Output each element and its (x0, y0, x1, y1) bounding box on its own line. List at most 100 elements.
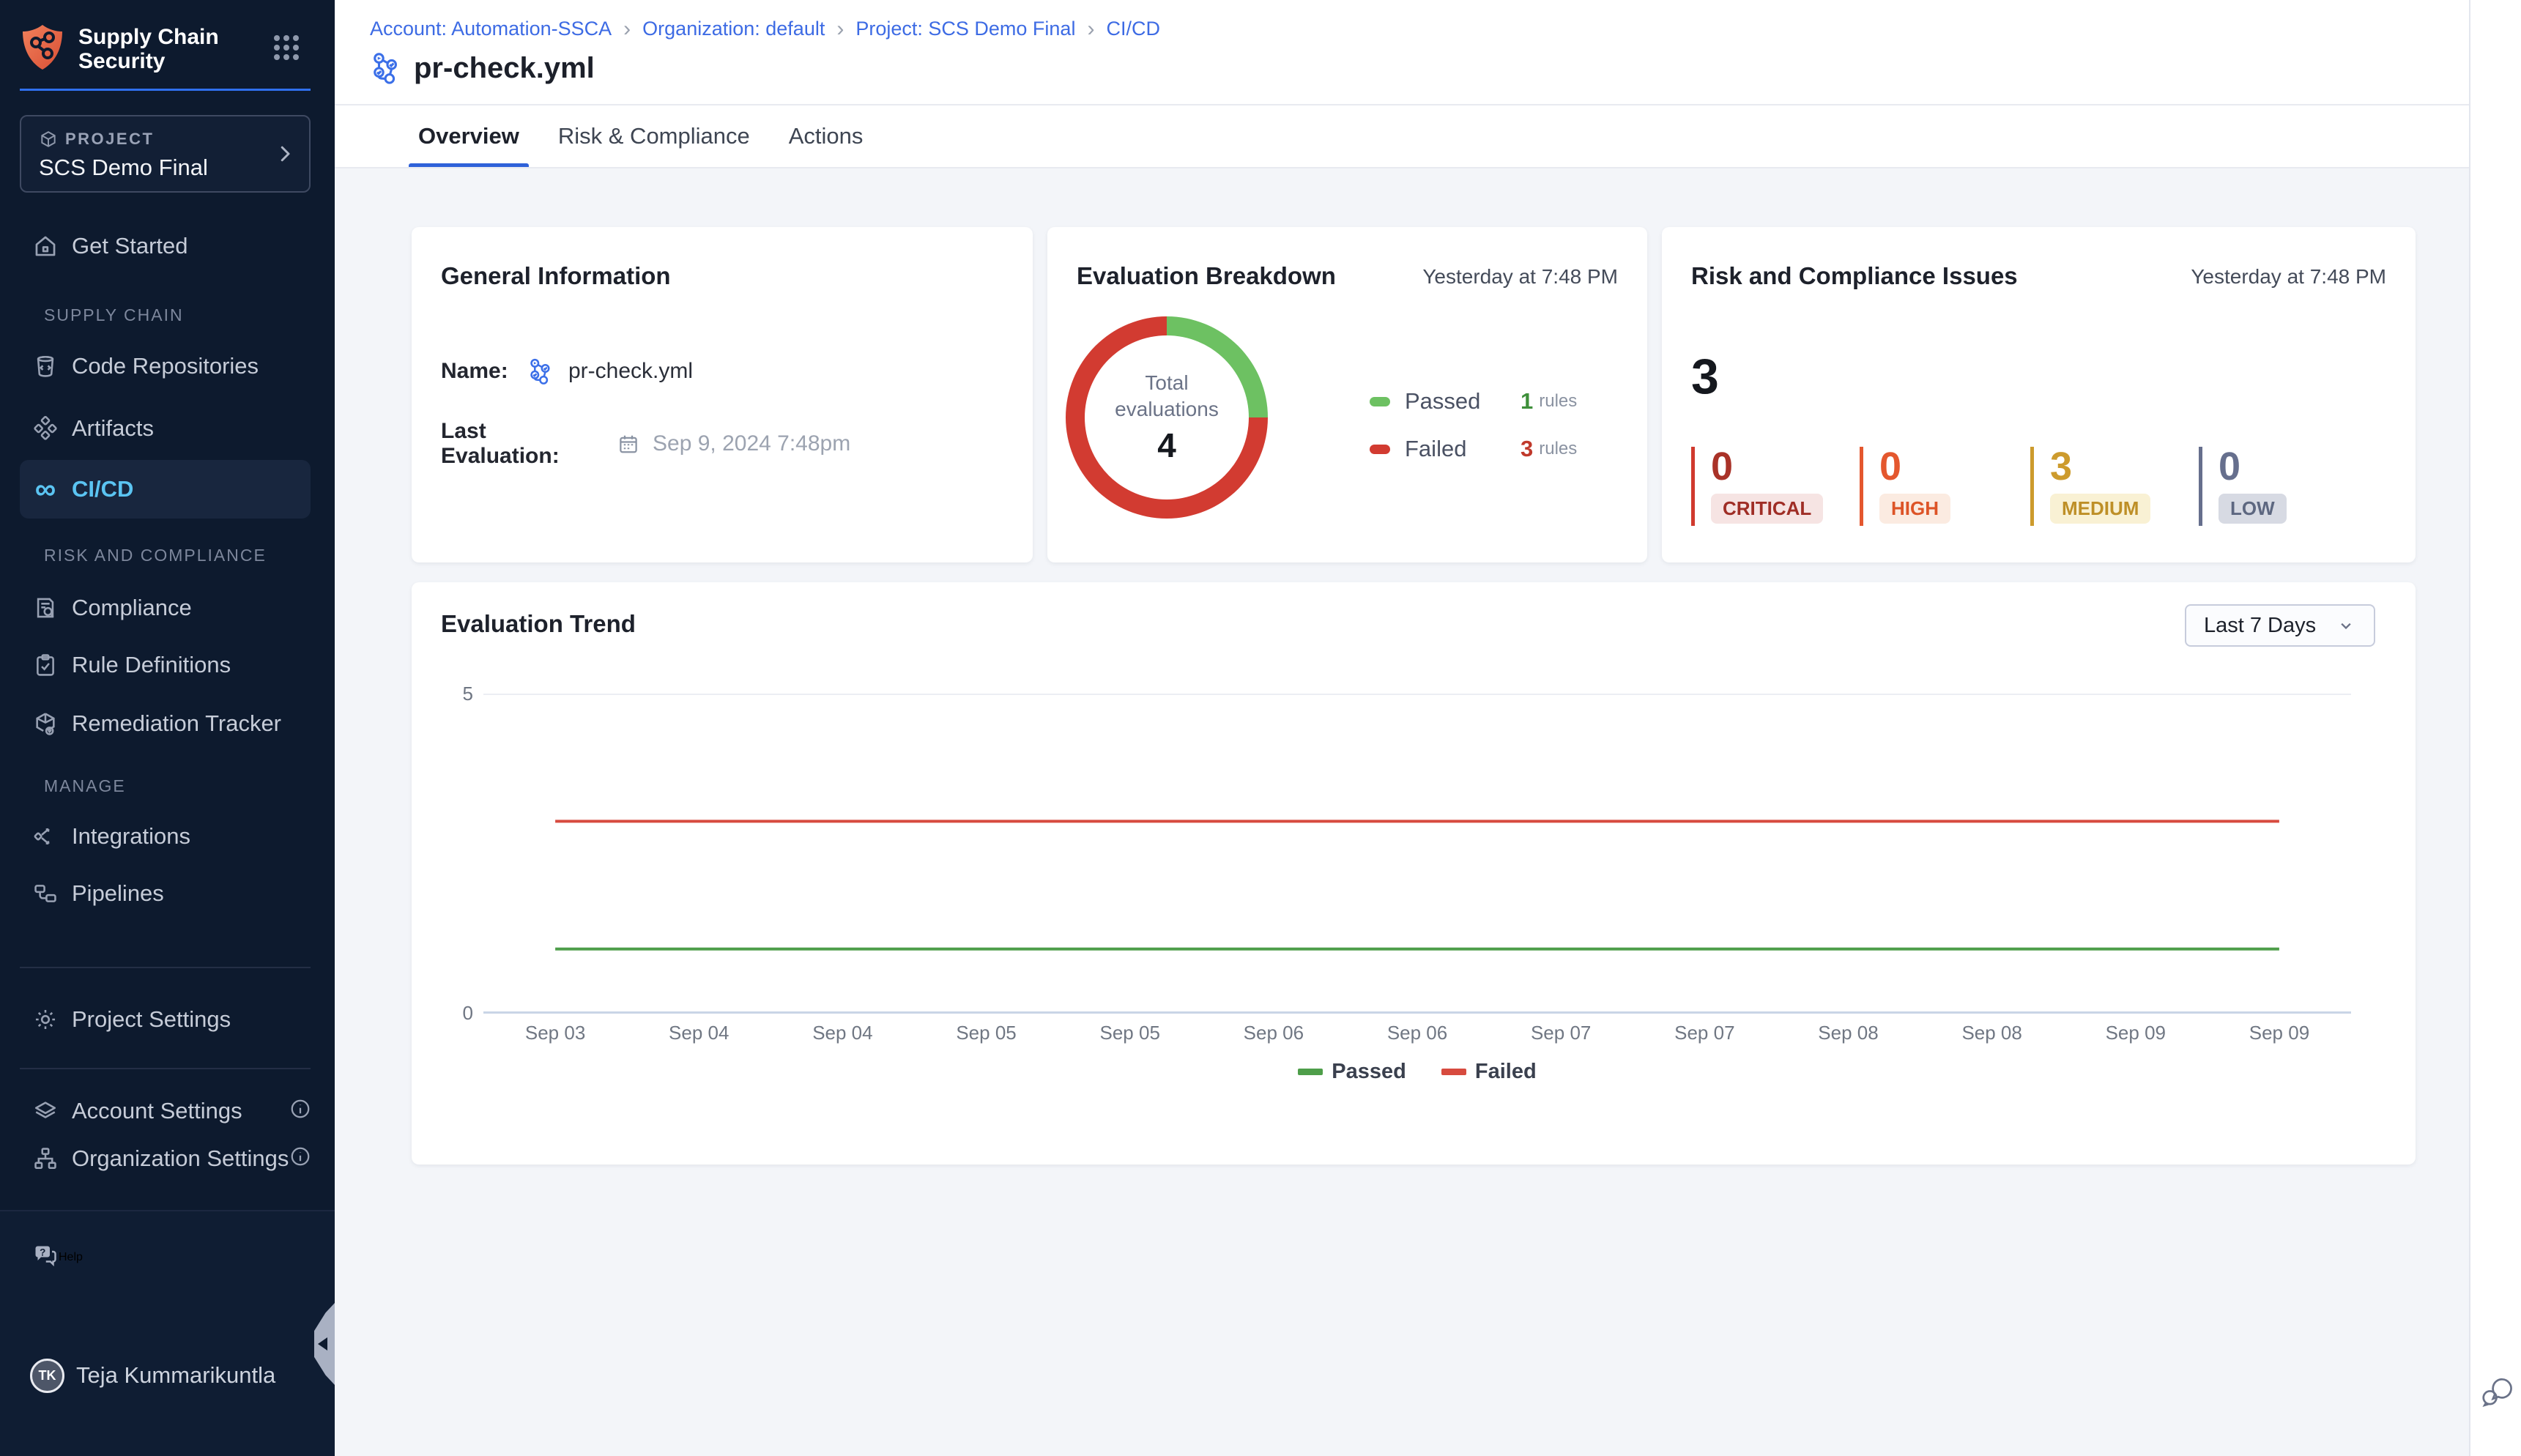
sidebar-item-label: Artifacts (72, 415, 154, 442)
last-evaluation-label: Last Evaluation: (441, 419, 604, 469)
sidebar-item-label: Remediation Tracker (72, 710, 281, 737)
card-title: General Information (441, 262, 671, 290)
card-title: Risk and Compliance Issues (1691, 262, 2018, 290)
legend-unit: rules (1539, 439, 1577, 459)
severity-badge: LOW (2219, 494, 2287, 524)
trend-legend: Passed Failed (483, 1060, 2351, 1084)
sidebar-divider (20, 1068, 311, 1069)
breadcrumb-project-link[interactable]: Project: SCS Demo Final (855, 18, 1075, 40)
brand-header: Supply Chain Security (20, 22, 315, 73)
sidebar-item-integrations[interactable]: Integrations (20, 807, 311, 866)
compliance-document-icon (32, 595, 59, 621)
donut-center: Total evaluations 4 (1085, 335, 1249, 499)
severity-badge: MEDIUM (2050, 494, 2150, 524)
legend-label: Passed (1332, 1060, 1406, 1084)
legend-label: Failed (1475, 1060, 1537, 1084)
sidebar-item-label: Get Started (72, 233, 188, 259)
y-axis-label: 0 (426, 1001, 473, 1025)
info-icon[interactable] (289, 1098, 311, 1120)
sidebar-item-label: Rule Definitions (72, 652, 231, 678)
breadcrumb-account-link[interactable]: Account: Automation-SSCA (370, 18, 612, 40)
risk-and-compliance-issues-card: Risk and Compliance Issues Yesterday at … (1662, 227, 2416, 562)
project-name: SCS Demo Final (39, 155, 208, 181)
sidebar-item-organization-settings[interactable]: Organization Settings (20, 1129, 311, 1188)
total-evaluations-value: 4 (1157, 426, 1176, 465)
x-axis-label: Sep 08 (1920, 1022, 2064, 1044)
sidebar-item-help[interactable]: ? Help (20, 1228, 311, 1287)
severity-low: 0 LOW (2199, 447, 2287, 526)
sidebar-item-get-started[interactable]: Get Started (20, 217, 311, 275)
severity-count: 0 (1711, 447, 1823, 486)
time-range-dropdown[interactable]: Last 7 Days (2185, 604, 2375, 647)
pipeline-file-icon (527, 357, 555, 385)
last-evaluation-value: Sep 9, 2024 7:48pm (653, 431, 850, 456)
general-information-card: General Information Name: pr-check.yml L… (412, 227, 1033, 562)
sidebar-item-remediation-tracker[interactable]: Remediation Tracker (20, 694, 311, 753)
tab-actions[interactable]: Actions (786, 105, 866, 167)
sidebar-item-rule-definitions[interactable]: Rule Definitions (20, 636, 311, 694)
tab-overview[interactable]: Overview (415, 105, 522, 167)
tab-bar: Overview Risk & Compliance Actions (335, 105, 2469, 168)
page-header: Account: Automation-SSCA › Organization:… (335, 0, 2469, 105)
x-axis-label: Sep 07 (1633, 1022, 1776, 1044)
legend-dash-failed (1370, 445, 1390, 454)
help-chat-icon: ? (32, 1243, 59, 1273)
collapse-left-arrow-icon (318, 1337, 327, 1351)
project-label: PROJECT (65, 130, 154, 149)
y-axis: 05 (426, 582, 473, 1036)
x-axis-label: Sep 06 (1345, 1022, 1489, 1044)
x-axis-label: Sep 07 (1489, 1022, 1633, 1044)
legend-item-passed: Passed 1 rules (1370, 388, 1577, 415)
sidebar-item-project-settings[interactable]: Project Settings (20, 990, 311, 1049)
x-axis-label: Sep 06 (1202, 1022, 1345, 1044)
x-axis: Sep 03Sep 04Sep 04Sep 05Sep 05Sep 06Sep … (483, 1022, 2351, 1044)
app-switcher-grid-icon[interactable] (274, 35, 299, 60)
x-axis-label: Sep 05 (1058, 1022, 1202, 1044)
sidebar-item-label: Integrations (72, 823, 190, 850)
sidebar-item-label: Help (59, 1251, 83, 1264)
sidebar-item-pipelines[interactable]: Pipelines (20, 864, 311, 923)
breadcrumb: Account: Automation-SSCA › Organization:… (370, 18, 1160, 40)
chevron-down-icon (2336, 615, 2356, 636)
legend-label: Passed (1405, 388, 1521, 415)
evaluation-breakdown-card: Evaluation Breakdown Yesterday at 7:48 P… (1047, 227, 1647, 562)
svg-text:?: ? (40, 1247, 45, 1258)
evaluation-trend-card: Evaluation Trend Last 7 Days 05 Sep 03Se… (412, 582, 2416, 1165)
sidebar-section-manage: MANAGE (44, 776, 126, 798)
sidebar-item-compliance[interactable]: Compliance (20, 579, 311, 637)
trend-legend-item-passed[interactable]: Passed (1298, 1060, 1406, 1084)
x-axis-label: Sep 08 (1776, 1022, 1920, 1044)
donut-center-label: evaluations (1115, 396, 1219, 423)
legend-value: 3 (1521, 436, 1533, 462)
legend-item-failed: Failed 3 rules (1370, 436, 1577, 462)
cube-icon (39, 130, 58, 149)
app-root: Supply Chain Security PROJECT SCS Demo F… (0, 0, 2521, 1456)
sidebar-item-label: Compliance (72, 595, 192, 621)
breadcrumb-separator-icon: › (623, 19, 631, 39)
severity-critical: 0 CRITICAL (1691, 447, 1823, 526)
chat-assistant-icon[interactable] (2479, 1374, 2516, 1411)
gear-icon (32, 1006, 59, 1033)
info-icon[interactable] (289, 1145, 311, 1167)
y-axis-label: 5 (426, 682, 473, 705)
remediation-tracker-icon (32, 710, 59, 737)
legend-dash (1298, 1069, 1323, 1075)
severity-badge: CRITICAL (1711, 494, 1823, 524)
tab-risk-and-compliance[interactable]: Risk & Compliance (555, 105, 753, 167)
project-selector[interactable]: PROJECT SCS Demo Final (20, 115, 311, 193)
legend-dash-passed (1370, 397, 1390, 406)
breadcrumb-separator-icon: › (836, 19, 844, 39)
severity-count: 3 (2050, 447, 2150, 486)
organization-settings-icon (32, 1145, 59, 1172)
user-menu[interactable]: TK Teja Kummarikuntla (20, 1346, 311, 1405)
breadcrumb-organization-link[interactable]: Organization: default (642, 18, 825, 40)
trend-legend-item-failed[interactable]: Failed (1441, 1060, 1537, 1084)
sidebar-item-cicd[interactable]: ∞ CI/CD (20, 460, 311, 519)
breadcrumb-cicd-link[interactable]: CI/CD (1106, 18, 1160, 40)
sidebar-item-artifacts[interactable]: Artifacts (20, 399, 311, 458)
x-axis-label: Sep 05 (914, 1022, 1058, 1044)
sidebar-item-code-repositories[interactable]: Code Repositories (20, 337, 311, 395)
sidebar-item-label: Organization Settings (72, 1145, 289, 1172)
card-timestamp: Yesterday at 7:48 PM (1422, 265, 1618, 289)
evaluation-donut: Total evaluations 4 (1066, 316, 1268, 519)
